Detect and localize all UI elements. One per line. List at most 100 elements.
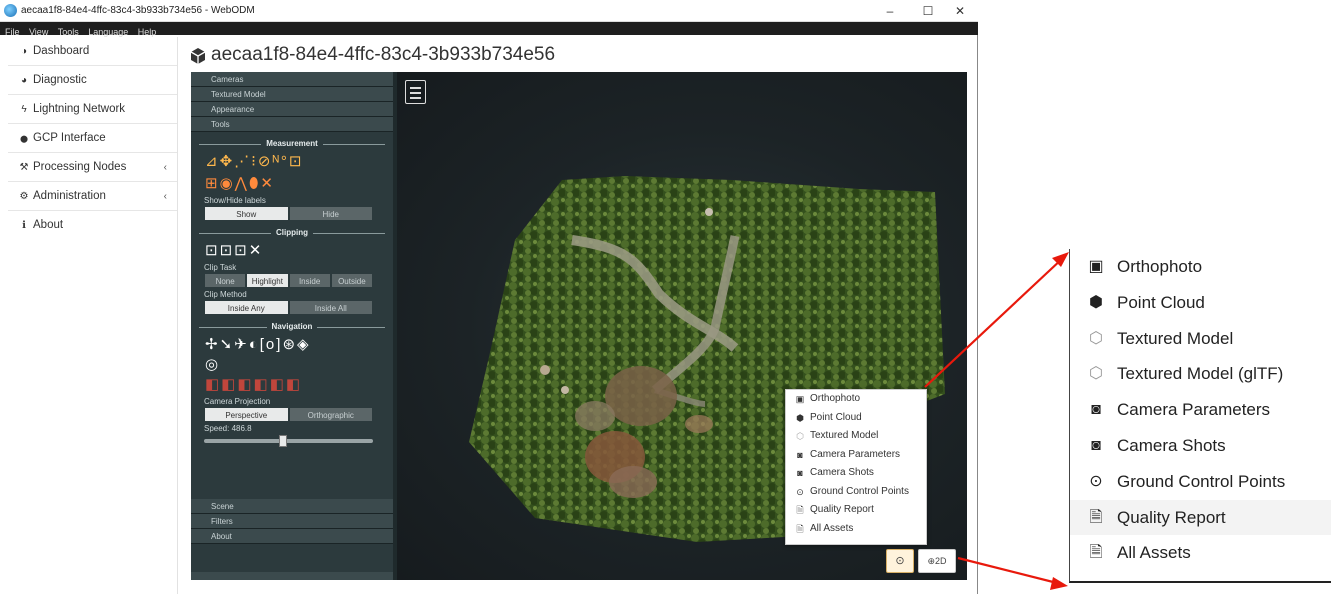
clip-task-highlight[interactable]: Highlight <box>246 273 289 288</box>
perspective-button[interactable]: Perspective <box>204 407 289 422</box>
accordion-appearance[interactable]: Appearance <box>191 102 393 117</box>
asset-camera-shots[interactable]: ◙ Camera Shots <box>786 464 926 483</box>
bottom-accordion: Scene Filters About <box>191 499 393 544</box>
clip-task-toggle: None Highlight Inside Outside <box>204 273 373 288</box>
clip-volume-icons[interactable]: ⊡⊡⊡✕ <box>205 242 263 259</box>
sidebar-item-gcp-interface[interactable]: ⬤ GCP Interface <box>8 124 177 153</box>
sidebar-item-label: Processing Nodes <box>33 161 127 173</box>
sidebar-item-label: About <box>33 219 64 231</box>
maximize-button[interactable]: ☐ <box>918 3 938 19</box>
accordion-about[interactable]: About <box>191 529 393 544</box>
menu-hamburger-icon[interactable] <box>405 80 426 104</box>
menu-bar: File View Tools Language Help <box>0 22 978 37</box>
webodm-app-icon <box>4 4 17 17</box>
map-marker-icon: ⬤ <box>20 136 28 143</box>
asset-point-cloud[interactable]: ⬢ Point Cloud <box>786 409 926 428</box>
speed-slider-handle[interactable] <box>279 435 288 447</box>
window-title: aecaa1f8-84e4-4ffc-83c4-3b933b734e56 - W… <box>21 5 255 16</box>
camera-icon: ◙ <box>1091 436 1101 454</box>
cube-icon: ⬢ <box>1089 293 1103 311</box>
sidebar-item-about[interactable]: ℹ About <box>8 211 177 240</box>
clip-method-inside-any[interactable]: Inside Any <box>204 300 289 315</box>
view-cube-buttons[interactable]: ◧◧◧◧◧◧ <box>205 375 393 395</box>
clip-method-toggle: Inside Any Inside All <box>204 300 373 315</box>
accordion-scene[interactable]: Scene <box>191 499 393 514</box>
accordion-cameras[interactable]: Cameras <box>191 72 393 87</box>
camera-icon: ◙ <box>1091 401 1101 419</box>
measurement-tools-row[interactable]: ⊿✥⋰⁝⊘ᴺ°⊡ <box>205 152 393 172</box>
zip-file-icon: 🗎 <box>1089 544 1103 562</box>
asset-camera-shots[interactable]: ◙ Camera Shots <box>1070 428 1331 464</box>
chevron-left-icon: ‹ <box>163 191 167 202</box>
asset-all-assets[interactable]: 🗎 All Assets <box>786 520 926 539</box>
measurement-heading: Measurement <box>199 138 385 150</box>
asset-textured-model[interactable]: ⬡ Textured Model <box>1070 321 1331 357</box>
clip-task-outside[interactable]: Outside <box>330 273 373 288</box>
camera-projection-toggle: Perspective Orthographic <box>204 407 373 422</box>
clip-task-label: Clip Task <box>204 263 237 272</box>
show-labels-button[interactable]: Show <box>204 206 289 221</box>
orthographic-button[interactable]: Orthographic <box>288 407 373 422</box>
asset-quality-report[interactable]: 🗎 Quality Report <box>786 501 926 520</box>
asset-textured-model-gltf[interactable]: ⬡ Textured Model (glTF) <box>1070 356 1331 392</box>
sidebar-item-processing-nodes[interactable]: ⚒ Processing Nodes ‹ <box>8 153 177 182</box>
camera-projection-label: Camera Projection <box>204 397 271 406</box>
accordion-filters[interactable]: Filters <box>191 514 393 529</box>
zip-file-icon: 🗎 <box>796 523 804 534</box>
bolt-icon: ϟ <box>21 104 27 115</box>
hide-labels-button[interactable]: Hide <box>288 206 373 221</box>
cube-icon <box>190 48 206 64</box>
sidebar-item-lightning-network[interactable]: ϟ Lightning Network <box>8 95 177 124</box>
asset-ground-control-points[interactable]: ⊙ Ground Control Points <box>786 483 926 502</box>
speed-label: Speed: 486.8 <box>204 424 252 433</box>
clipping-tools-row[interactable]: ⊡⊡⊡✕ <box>205 241 393 261</box>
clip-task-inside[interactable]: Inside <box>288 273 331 288</box>
download-assets-button[interactable]: ⊙ <box>886 549 914 573</box>
asset-point-cloud[interactable]: ⬢ Point Cloud <box>1070 285 1331 321</box>
asset-orthophoto[interactable]: ▣ Orthophoto <box>786 390 926 409</box>
sidebar-item-label: Administration <box>33 190 106 202</box>
clipping-heading: Clipping <box>199 227 385 239</box>
sidebar-item-administration[interactable]: ⚙ Administration ‹ <box>8 182 177 211</box>
minimize-button[interactable]: – <box>880 3 900 19</box>
clip-task-none[interactable]: None <box>204 273 247 288</box>
asset-ground-control-points[interactable]: ⊙ Ground Control Points <box>1070 464 1331 500</box>
cube-outline-icon: ⬡ <box>1089 329 1103 347</box>
image-icon: ▣ <box>1088 258 1104 275</box>
navigation-heading: Navigation <box>199 321 385 333</box>
pdf-file-icon: 🗎 <box>1089 508 1103 526</box>
page-title: aecaa1f8-84e4-4ffc-83c4-3b933b734e56 <box>211 44 556 65</box>
asset-orthophoto[interactable]: ▣ Orthophoto <box>1070 249 1331 285</box>
potree-sidebar: Cameras Textured Model Appearance Tools … <box>191 72 397 580</box>
dot-circle-icon: ⊙ <box>1089 472 1103 490</box>
asset-camera-parameters[interactable]: ◙ Camera Parameters <box>1070 392 1331 428</box>
measurement-tools-row-2[interactable]: ⊞◉⋀⬮✕ <box>205 174 393 194</box>
info-icon: ℹ <box>22 220 26 231</box>
panel-scrollbar[interactable] <box>191 572 393 580</box>
cube-outline-icon: ⬡ <box>1089 365 1103 383</box>
clip-method-label: Clip Method <box>204 290 247 299</box>
title-bar: aecaa1f8-84e4-4ffc-83c4-3b933b734e56 - W… <box>0 0 978 22</box>
sidebar-item-dashboard[interactable]: ◑ Dashboard <box>8 37 177 66</box>
accordion-tools[interactable]: Tools <box>191 117 393 132</box>
asset-all-assets[interactable]: 🗎 All Assets <box>1070 535 1331 571</box>
sidebar-item-diagnostic[interactable]: ◕ Diagnostic <box>8 66 177 95</box>
camera-icon: ◙ <box>797 449 803 460</box>
sidebar-item-label: Lightning Network <box>33 103 126 115</box>
asset-camera-parameters[interactable]: ◙ Camera Parameters <box>786 446 926 465</box>
clip-method-inside-all[interactable]: Inside All <box>288 300 373 315</box>
switch-2d-button[interactable]: ⊕2D <box>918 549 956 573</box>
asset-quality-report[interactable]: 🗎 Quality Report <box>1070 499 1331 536</box>
accordion-textured-model[interactable]: Textured Model <box>191 87 393 102</box>
navigation-tools-row-2[interactable]: ◎ <box>205 357 393 373</box>
speed-slider[interactable] <box>204 435 373 447</box>
sidebar-item-label: GCP Interface <box>33 132 106 144</box>
dot-circle-icon: ⊙ <box>796 486 804 497</box>
image-icon: ▣ <box>795 394 805 404</box>
close-button[interactable]: ✕ <box>950 3 970 19</box>
show-hide-toggle: Show Hide <box>204 206 373 221</box>
pdf-file-icon: 🗎 <box>796 505 804 515</box>
pie-chart-icon: ◕ <box>20 75 28 86</box>
asset-textured-model[interactable]: ⬡ Textured Model <box>786 427 926 446</box>
navigation-tools-row[interactable]: ✢➘✈◐[o]⊛◈ <box>205 335 393 355</box>
